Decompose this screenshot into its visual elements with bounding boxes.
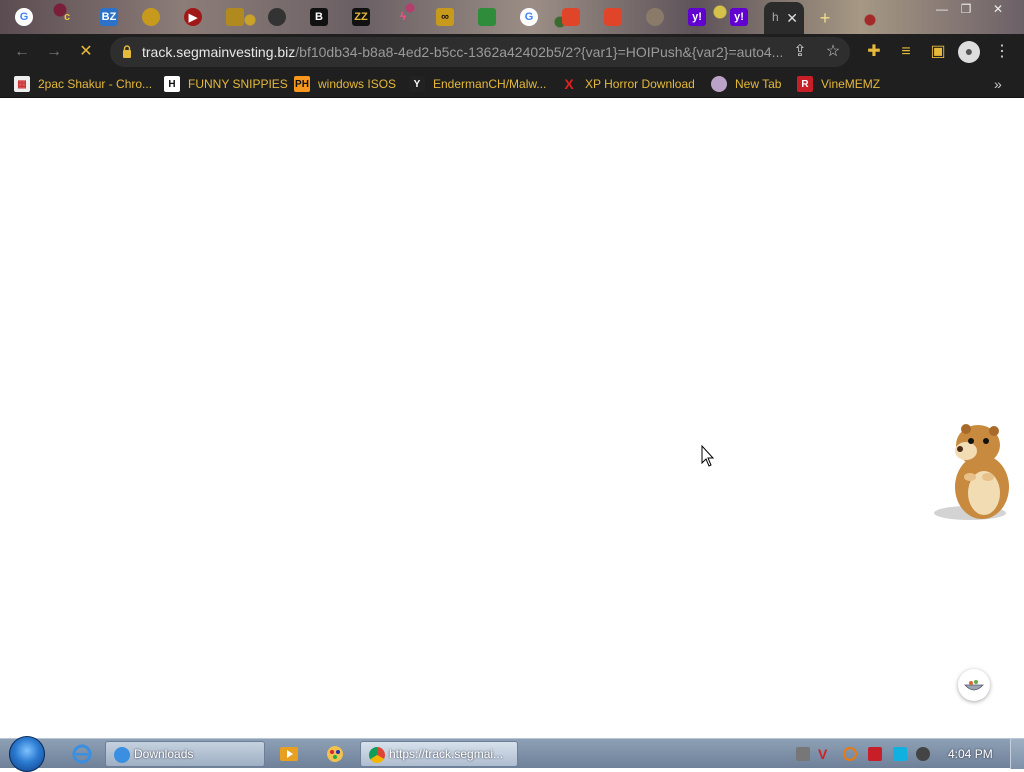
bold-b-icon[interactable]: B [310, 8, 328, 26]
taskbar-chrome-label: https://track.segmai... [389, 747, 504, 761]
play-icon[interactable]: ▶ [184, 8, 202, 26]
url-path: /bf10db34-b8a8-4ed2-b5cc-1362a42402b5/2?… [295, 44, 782, 60]
calendar-icon: ▦ [14, 76, 30, 92]
downloads-window-icon [114, 747, 130, 763]
clock[interactable]: 4:04 PM [948, 747, 993, 761]
bookmarks-overflow-icon[interactable]: » [994, 75, 1002, 93]
tab-strip: G c BZ ▶ B ZZ ϟ ∞ G y! y! h ✕ + — ❐ ✕ [0, 0, 1024, 34]
brave-icon[interactable] [604, 8, 622, 26]
menu-icon[interactable]: ⋮ [992, 42, 1012, 62]
bookmarks-bar: ▦ 2pac Shakur - Chro... H FUNNY SNIPPIES… [0, 70, 1024, 98]
close-icon[interactable]: ✕ [786, 10, 798, 27]
mask-icon[interactable] [268, 8, 286, 26]
tray-volume-icon[interactable] [916, 747, 930, 761]
yahoo-icon[interactable]: y! [730, 8, 748, 26]
active-tab[interactable]: h ✕ [764, 2, 804, 34]
pink-icon[interactable]: ϟ [394, 8, 412, 26]
bookmark-new-tab[interactable]: New Tab [711, 75, 781, 93]
tab-title: h [772, 10, 779, 24]
bowl-icon [964, 680, 984, 691]
bookmark-label: 2pac Shakur - Chro... [38, 77, 153, 91]
bookmark-label: VineMEMZ [821, 77, 881, 91]
browser-toolbar: ← → ✕ track.segmainvesting.biz/bf10db34-… [0, 34, 1024, 70]
taskbar-chrome[interactable]: https://track.segmai... [360, 741, 518, 767]
globe-icon [711, 76, 727, 92]
restore-icon[interactable]: ❐ [954, 2, 978, 18]
avatar-icon[interactable] [646, 8, 664, 26]
bz-icon[interactable]: BZ [100, 8, 118, 26]
tray-search-icon[interactable] [843, 747, 857, 761]
extensions-icon[interactable]: ✚ [864, 42, 884, 62]
back-arrow-icon[interactable]: ← [12, 42, 32, 62]
lock-icon [123, 45, 131, 58]
bookmark-windows-isos[interactable]: PH windows ISOS [294, 75, 396, 93]
tray-flag-icon[interactable] [868, 747, 882, 761]
yahoo-icon[interactable]: y! [688, 8, 706, 26]
bookmark-label: New Tab [735, 77, 782, 91]
chrome-icon [369, 747, 385, 763]
tray-monitor-icon[interactable] [893, 747, 907, 761]
taskbar: Downloads https://track.segmai... V 4:04… [0, 736, 1024, 772]
x-icon: X [564, 76, 574, 92]
profile-icon[interactable]: ● [958, 41, 980, 63]
taskbar-downloads[interactable]: Downloads [105, 741, 265, 767]
bookmark-label: windows ISOS [318, 77, 397, 91]
gold-icon[interactable] [226, 8, 244, 26]
paint-app-icon[interactable] [325, 744, 345, 764]
internet-explorer-icon[interactable] [72, 744, 92, 764]
hamster-mascot-icon[interactable] [930, 417, 1020, 523]
bookmark-funny-snippies[interactable]: H FUNNY SNIPPIES [164, 75, 288, 93]
zz-icon[interactable]: ZZ [352, 8, 370, 26]
new-tab-button[interactable]: + [814, 7, 836, 29]
ph-icon: PH [294, 76, 310, 92]
lock-green-icon[interactable] [478, 8, 496, 26]
minimize-icon[interactable]: — [930, 2, 954, 18]
bookmark-label: FUNNY SNIPPIES [188, 77, 288, 91]
bookmark-label: XP Horror Download [585, 77, 695, 91]
show-desktop-button[interactable] [1010, 739, 1024, 769]
media-icon[interactable]: ≡ [896, 42, 916, 62]
yp-icon: Y [409, 76, 425, 92]
bookmark-xp-horror[interactable]: X XP Horror Download [561, 75, 695, 93]
gold-icon[interactable] [142, 8, 160, 26]
bookmark-vinememz[interactable]: R VineMEMZ [797, 75, 880, 93]
infinity-icon[interactable]: ∞ [436, 8, 454, 26]
google-icon[interactable]: G [520, 8, 538, 26]
page-content [0, 99, 1024, 738]
close-window-icon[interactable]: ✕ [986, 2, 1010, 18]
bookmark-endermanch[interactable]: Y EndermanCH/Malw... [409, 75, 546, 93]
google-icon[interactable]: G [15, 8, 33, 26]
stop-loading-icon[interactable]: ✕ [76, 42, 96, 62]
address-bar[interactable]: track.segmainvesting.biz/bf10db34-b8a8-4… [110, 37, 850, 67]
media-player-icon[interactable] [279, 744, 299, 764]
bookmark-2pac[interactable]: ▦ 2pac Shakur - Chro... [14, 75, 152, 93]
mouse-cursor-icon [701, 445, 715, 467]
taskbar-downloads-label: Downloads [134, 747, 194, 761]
forward-arrow-icon[interactable]: → [44, 42, 64, 62]
c-icon[interactable]: c [58, 8, 76, 26]
star-icon[interactable]: ☆ [823, 42, 843, 62]
bookmark-label: EndermanCH/Malw... [433, 77, 547, 91]
share-icon[interactable]: ⇪ [790, 42, 810, 62]
tray-v-icon[interactable]: V [818, 747, 832, 761]
h-icon: H [164, 76, 180, 92]
start-button[interactable] [9, 736, 45, 772]
url-text[interactable]: track.segmainvesting.biz/bf10db34-b8a8-4… [142, 44, 782, 60]
url-host: track.segmainvesting.biz [142, 44, 296, 60]
brave-icon[interactable] [562, 8, 580, 26]
tray-app-icon[interactable] [796, 747, 810, 761]
floating-widget-button[interactable] [958, 669, 990, 701]
side-panel-icon[interactable]: ▣ [928, 42, 948, 62]
r-icon: R [797, 76, 813, 92]
